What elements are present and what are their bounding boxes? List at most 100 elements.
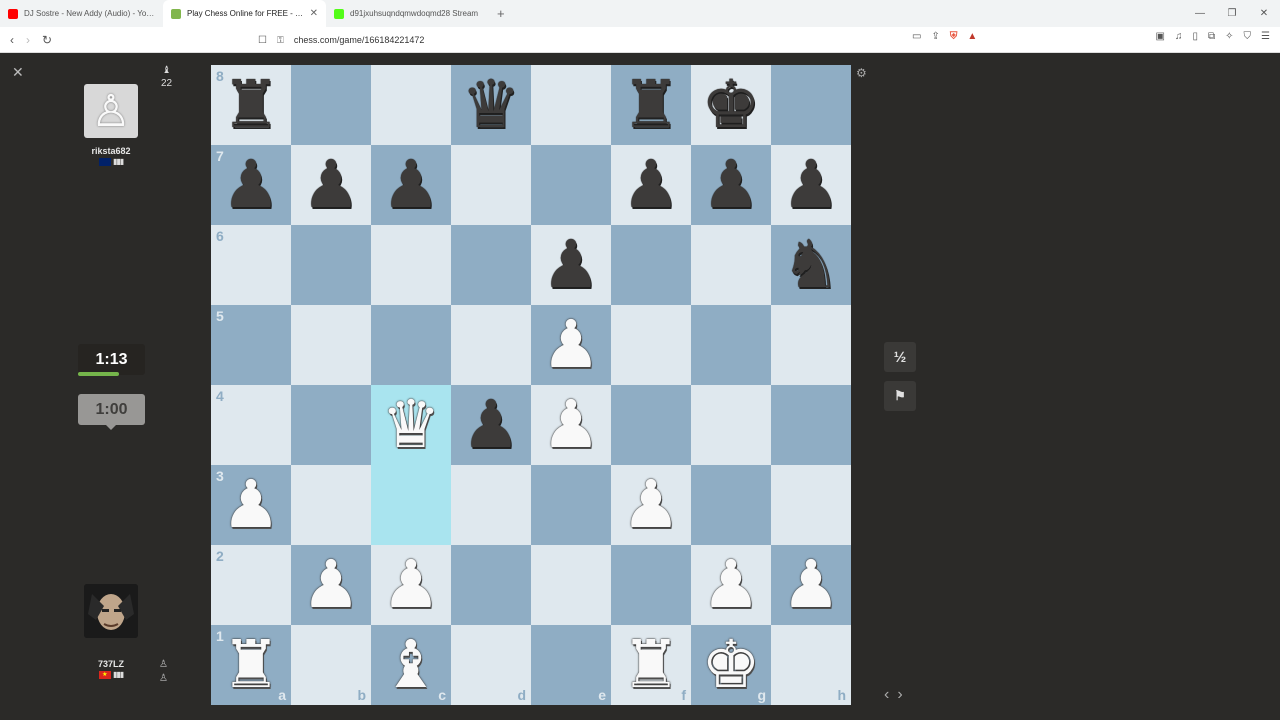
cast-icon[interactable]: ▭ [912,31,921,42]
black-pawn-piece[interactable]: ♟ [781,145,840,225]
black-pawn-piece[interactable]: ♟ [701,145,760,225]
square-f5[interactable] [611,305,691,385]
bottom-player-name[interactable]: 737LZ [61,659,161,669]
square-c8[interactable] [371,65,451,145]
vpn-icon[interactable]: ⛉ [1244,31,1252,42]
square-b6[interactable] [291,225,371,305]
square-f1[interactable]: f ♜ [611,625,691,705]
square-g8[interactable]: ♚ [691,65,771,145]
square-e4[interactable]: ♟ [531,385,611,465]
square-e1[interactable]: e [531,625,611,705]
square-b8[interactable] [291,65,371,145]
square-d1[interactable]: d [451,625,531,705]
square-b2[interactable]: ♟ [291,545,371,625]
tab-chess[interactable]: Play Chess Online for FREE - 2 P ✕ [163,0,326,27]
square-h2[interactable]: ♟ [771,545,851,625]
extensions-icon[interactable]: ⧉ [1208,31,1215,42]
square-g3[interactable] [691,465,771,545]
square-h3[interactable] [771,465,851,545]
wallet-icon[interactable]: ▣ [1156,31,1165,42]
square-c5[interactable] [371,305,451,385]
reload-icon[interactable]: ↻ [42,33,52,47]
back-icon[interactable]: ‹ [10,33,14,47]
square-g7[interactable]: ♟ [691,145,771,225]
top-player-name[interactable]: rikstа682 [61,146,161,156]
black-knight-piece[interactable]: ♞ [781,225,840,305]
square-g4[interactable] [691,385,771,465]
square-h6[interactable]: ♞ [771,225,851,305]
white-pawn-piece[interactable]: ♟ [781,545,840,625]
square-h5[interactable] [771,305,851,385]
square-e6[interactable]: ♟ [531,225,611,305]
square-h4[interactable] [771,385,851,465]
black-rook-piece[interactable]: ♜ [221,65,280,145]
close-window-button[interactable]: ✕ [1248,8,1280,19]
site-info-icon[interactable]: ⚿ [277,35,284,46]
sidebar-icon[interactable]: ▯ [1192,31,1198,42]
square-g1[interactable]: g ♚ [691,625,771,705]
black-pawn-piece[interactable]: ♟ [221,145,280,225]
square-h7[interactable]: ♟ [771,145,851,225]
tab-kick[interactable]: d91jxuhsuqndqmwdoqmd28 Stream [326,0,489,27]
url-field[interactable]: chess.com/game/166184221472 [294,35,425,45]
square-f2[interactable] [611,545,691,625]
white-pawn-piece[interactable]: ♟ [541,385,600,465]
square-b1[interactable]: b [291,625,371,705]
black-king-piece[interactable]: ♚ [701,65,760,145]
white-pawn-piece[interactable]: ♟ [381,545,440,625]
square-g6[interactable] [691,225,771,305]
square-f3[interactable]: ♟ [611,465,691,545]
bottom-player-avatar[interactable] [84,584,138,638]
square-b7[interactable]: ♟ [291,145,371,225]
next-move-icon[interactable]: › [897,686,902,704]
square-d2[interactable] [451,545,531,625]
square-c4[interactable]: ♛ [371,385,451,465]
white-pawn-piece[interactable]: ♟ [701,545,760,625]
media-icon[interactable]: ♫ [1175,31,1183,42]
share-icon[interactable]: ⇪ [931,31,939,42]
square-d3[interactable] [451,465,531,545]
forward-icon[interactable]: › [26,33,30,47]
close-icon[interactable]: ✕ [12,64,24,81]
square-c6[interactable] [371,225,451,305]
minimize-button[interactable]: — [1184,8,1216,19]
square-e2[interactable] [531,545,611,625]
gear-icon[interactable]: ⚙ [856,66,867,80]
brave-shield-icon[interactable]: ⛨ [950,31,958,42]
square-f6[interactable] [611,225,691,305]
top-player-avatar[interactable]: ♙ [84,84,138,138]
white-rook-piece[interactable]: ♜ [621,625,680,705]
square-d8[interactable]: ♛ [451,65,531,145]
resign-button[interactable]: ⚑ [884,381,916,411]
square-d5[interactable] [451,305,531,385]
square-d6[interactable] [451,225,531,305]
square-b5[interactable] [291,305,371,385]
maximize-button[interactable]: ❐ [1216,8,1248,19]
black-pawn-piece[interactable]: ♟ [381,145,440,225]
white-queen-piece[interactable]: ♛ [381,385,440,465]
chess-board[interactable]: 8 ♜ ♛ ♜ ♚ 7 ♟ ♟ ♟ ♟ ♟ ♟ 6 ♟ ♞ 5 ♟ 4 ♛ ♟ ♟ 3 ♟ ♟ 2 ♟ ♟ ♟ ♟ 1 a ♜ b c ♝ d e f ♜ g… [211,65,851,705]
square-a7[interactable]: 7 ♟ [211,145,291,225]
square-e7[interactable] [531,145,611,225]
square-d4[interactable]: ♟ [451,385,531,465]
square-a4[interactable]: 4 [211,385,291,465]
square-e3[interactable] [531,465,611,545]
square-a3[interactable]: 3 ♟ [211,465,291,545]
black-queen-piece[interactable]: ♛ [461,65,520,145]
square-c3[interactable] [371,465,451,545]
white-pawn-piece[interactable]: ♟ [301,545,360,625]
menu-icon[interactable]: ☰ [1261,31,1270,42]
square-c1[interactable]: c ♝ [371,625,451,705]
bookmark-icon[interactable]: ☐ [258,35,267,46]
black-pawn-piece[interactable]: ♟ [301,145,360,225]
white-bishop-piece[interactable]: ♝ [381,625,440,705]
square-h1[interactable]: h [771,625,851,705]
square-a1[interactable]: 1 a ♜ [211,625,291,705]
black-pawn-piece[interactable]: ♟ [541,225,600,305]
square-f4[interactable] [611,385,691,465]
rewards-icon[interactable]: ▲ [967,31,977,42]
square-a6[interactable]: 6 [211,225,291,305]
square-d7[interactable] [451,145,531,225]
white-rook-piece[interactable]: ♜ [221,625,280,705]
white-pawn-piece[interactable]: ♟ [621,465,680,545]
